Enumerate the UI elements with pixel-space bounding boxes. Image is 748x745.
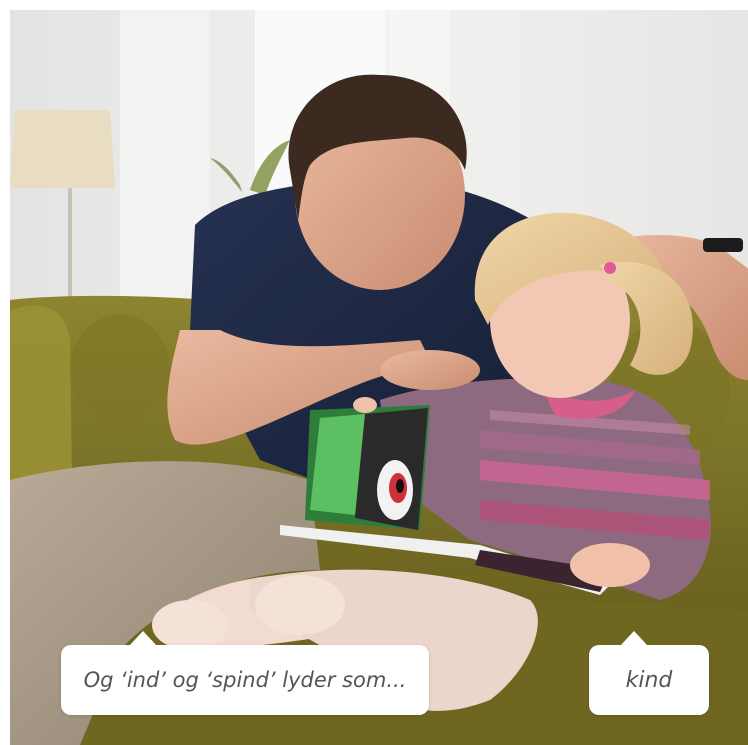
caption-bubble-right: kind — [589, 631, 709, 715]
caption-bubble-left: Og ‘ind’ og ‘spind’ lyder som... — [61, 631, 429, 715]
caption-right-text: kind — [625, 667, 673, 693]
caption-left-text: Og ‘ind’ og ‘spind’ lyder som... — [83, 668, 407, 692]
